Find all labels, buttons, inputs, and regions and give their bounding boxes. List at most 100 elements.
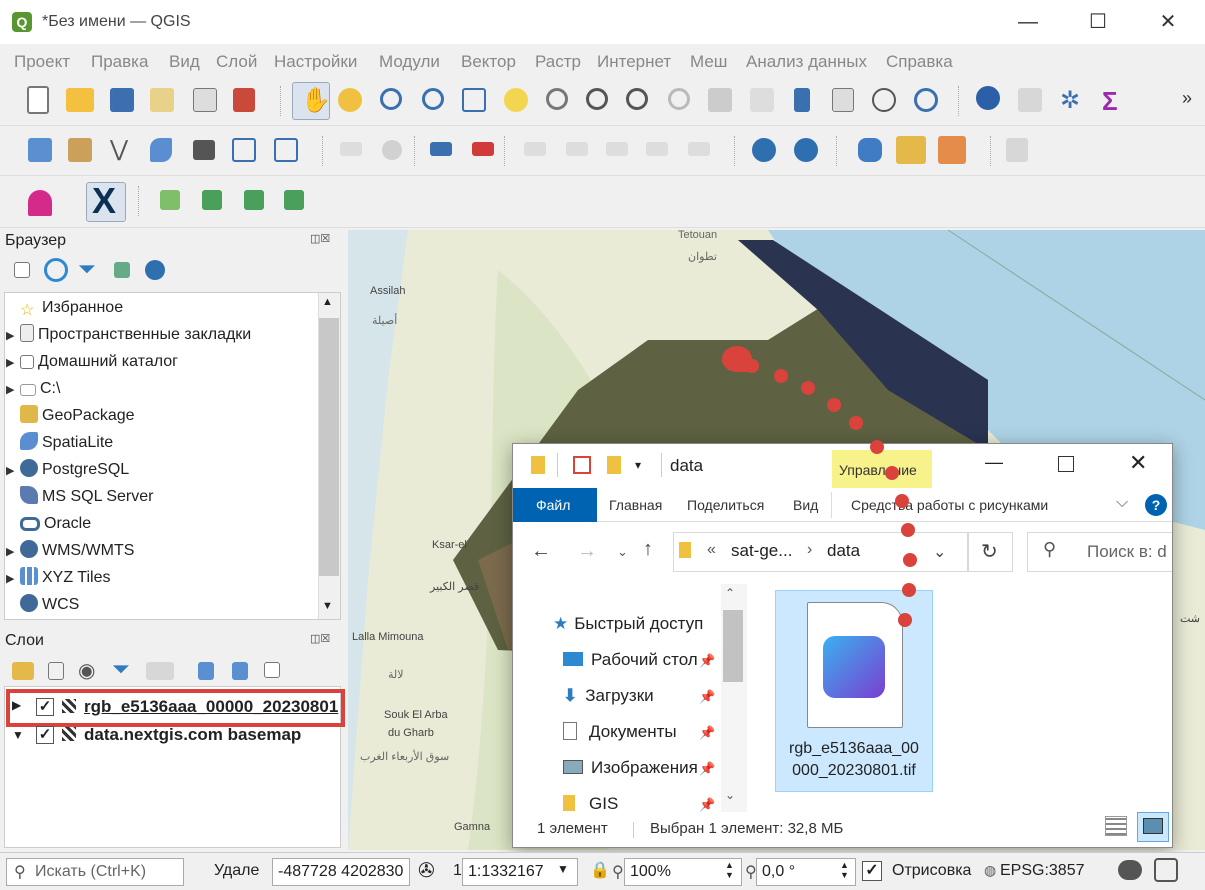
scale-dropdown-icon[interactable]: ▼: [557, 862, 569, 876]
nav-documents[interactable]: Документы: [563, 714, 677, 750]
lock-scale-icon[interactable]: 🔒: [590, 860, 610, 880]
add-layer-icon[interactable]: [14, 262, 30, 278]
vertex-tool-icon[interactable]: [274, 138, 298, 162]
browser-item-mssql[interactable]: MS SQL Server: [6, 483, 153, 510]
coordinate-field[interactable]: -487728 4202830: [272, 858, 410, 886]
browser-item-bookmarks[interactable]: ▶ Пространственные закладки: [6, 321, 251, 348]
browser-item-favorites[interactable]: ☆ Избранное: [6, 294, 123, 321]
remove-layer-icon[interactable]: [264, 662, 280, 678]
menu-layer[interactable]: Слой: [216, 52, 257, 72]
georeferencer-icon[interactable]: [232, 138, 256, 162]
magnifier-spin-icon[interactable]: ▲ ▼: [725, 860, 734, 880]
layer-styling-icon[interactable]: [12, 662, 34, 680]
show-hide-labels-icon[interactable]: [566, 142, 588, 156]
plugin-tool-4-icon[interactable]: [284, 190, 304, 210]
digitize-feather-icon[interactable]: [150, 138, 172, 162]
visibility-eye-icon[interactable]: ◉: [78, 658, 95, 683]
attribute-table-icon[interactable]: [1018, 88, 1042, 112]
zoom-last-icon[interactable]: [626, 88, 648, 110]
up-arrow-icon[interactable]: ↑: [643, 538, 653, 561]
expand-all-icon[interactable]: [198, 662, 214, 680]
manage-tab[interactable]: Управление: [839, 462, 917, 478]
browser-item-drive-c[interactable]: ▶ C:\: [6, 375, 60, 402]
nav-gis[interactable]: GIS: [563, 786, 618, 822]
browser-item-oracle[interactable]: Oracle: [6, 510, 91, 537]
browser-item-xyz[interactable]: ▶ XYZ Tiles: [6, 564, 110, 591]
help-icon[interactable]: ?: [1145, 494, 1167, 516]
menu-settings[interactable]: Настройки: [274, 52, 357, 72]
add-wfs-icon[interactable]: [794, 138, 818, 162]
menu-edit[interactable]: Правка: [91, 52, 148, 72]
pin-labels-icon[interactable]: [382, 140, 402, 160]
layout-manager-icon[interactable]: [193, 88, 217, 112]
ribbon-expand-icon[interactable]: ⌵: [1116, 494, 1128, 512]
save-project-icon[interactable]: [110, 88, 134, 112]
render-checkbox[interactable]: ✓: [862, 861, 882, 881]
scroll-up-icon[interactable]: ▲: [322, 296, 333, 308]
browser-item-home[interactable]: ▶ Домашний каталог: [6, 348, 178, 375]
tab-share[interactable]: Поделиться: [687, 497, 764, 513]
tab-view[interactable]: Вид: [793, 497, 818, 513]
filter-icon[interactable]: ⏷: [78, 256, 96, 282]
breadcrumb-prefix[interactable]: «: [707, 541, 716, 559]
recent-locations-icon[interactable]: ⌄: [617, 544, 628, 560]
filter-expression-icon[interactable]: [146, 662, 174, 680]
change-label-icon[interactable]: [688, 142, 710, 156]
layer-checkbox-basemap[interactable]: ✓: [36, 726, 54, 744]
nav-scroll-down-icon[interactable]: ⌄: [725, 788, 735, 802]
label-abc-icon[interactable]: [430, 142, 452, 156]
filter-legend-icon[interactable]: ⏷: [112, 656, 130, 682]
new-geopackage-layer-icon[interactable]: [68, 138, 92, 162]
zoom-native-icon[interactable]: [586, 88, 608, 110]
properties-check-icon[interactable]: [573, 456, 591, 474]
add-wms-icon[interactable]: [752, 138, 776, 162]
menu-view[interactable]: Вид: [169, 52, 200, 72]
browser-float-close-icon[interactable]: ◫☒: [310, 232, 330, 245]
new-map-view-icon[interactable]: [708, 88, 732, 112]
collapse-all-layers-icon[interactable]: [232, 662, 248, 680]
messages-icon[interactable]: [1118, 860, 1142, 880]
new-folder-icon[interactable]: [607, 456, 621, 474]
settings-gear-icon[interactable]: ✲: [1060, 86, 1080, 115]
nav-scroll-up-icon[interactable]: ⌃: [725, 586, 735, 600]
zoom-full-icon[interactable]: [462, 88, 486, 112]
plugin-tool-3-icon[interactable]: [244, 190, 264, 210]
layers-float-close-icon[interactable]: ◫☒: [310, 632, 330, 645]
add-vertex-plugin-icon[interactable]: [160, 190, 180, 210]
details-view-icon[interactable]: [1105, 816, 1127, 836]
move-label-icon[interactable]: [606, 142, 628, 156]
nav-pictures[interactable]: Изображения: [563, 750, 719, 786]
address-bar[interactable]: [673, 532, 968, 572]
rotation-spin-icon[interactable]: ▲ ▼: [840, 860, 849, 880]
plugin-grid-icon[interactable]: [938, 136, 966, 164]
close-button[interactable]: ✕: [1145, 6, 1191, 38]
locator-search-input[interactable]: Искать (Ctrl+K): [6, 858, 184, 886]
forward-arrow-icon[interactable]: →: [577, 540, 597, 563]
browser-item-spatialite[interactable]: SpatiaLite: [6, 429, 113, 456]
refresh-icon[interactable]: [914, 88, 938, 112]
layer-name-raster[interactable]: rgb_e5136aaa_00000_20230801: [84, 697, 339, 717]
breadcrumb-parent[interactable]: sat-ge...: [731, 541, 792, 561]
log-messages-icon[interactable]: [1154, 858, 1178, 882]
add-group-icon[interactable]: [48, 662, 64, 680]
browser-item-wcs[interactable]: WCS: [6, 591, 79, 618]
plugin-figure-icon[interactable]: [28, 190, 52, 216]
show-bookmarks-icon[interactable]: [832, 88, 854, 112]
collapse-arrow-icon[interactable]: ▼: [12, 728, 24, 742]
qat-dropdown-icon[interactable]: ▾: [635, 458, 641, 472]
nav-scroll-thumb[interactable]: [723, 610, 743, 682]
layer-name-basemap[interactable]: data.nextgis.com basemap: [84, 725, 301, 745]
explorer-minimize-button[interactable]: —: [985, 452, 1003, 473]
print-layout-icon[interactable]: [150, 88, 174, 112]
label-tool-icon[interactable]: [340, 142, 362, 156]
address-dropdown-icon[interactable]: ⌄: [933, 542, 946, 562]
help-disabled-icon[interactable]: [1006, 138, 1028, 162]
browser-item-postgresql[interactable]: ▶ PostgreSQL: [6, 456, 129, 483]
plugin-tool-2-icon[interactable]: [202, 190, 222, 210]
menu-project[interactable]: Проект: [14, 52, 70, 72]
tab-file[interactable]: Файл: [536, 497, 570, 513]
layer-checkbox-raster[interactable]: ✓: [36, 698, 54, 716]
nav-quick-access[interactable]: ★ Быстрый доступ: [553, 606, 703, 642]
nav-downloads[interactable]: ⬇ Загрузки: [563, 678, 654, 714]
menu-processing[interactable]: Анализ данных: [746, 52, 867, 72]
